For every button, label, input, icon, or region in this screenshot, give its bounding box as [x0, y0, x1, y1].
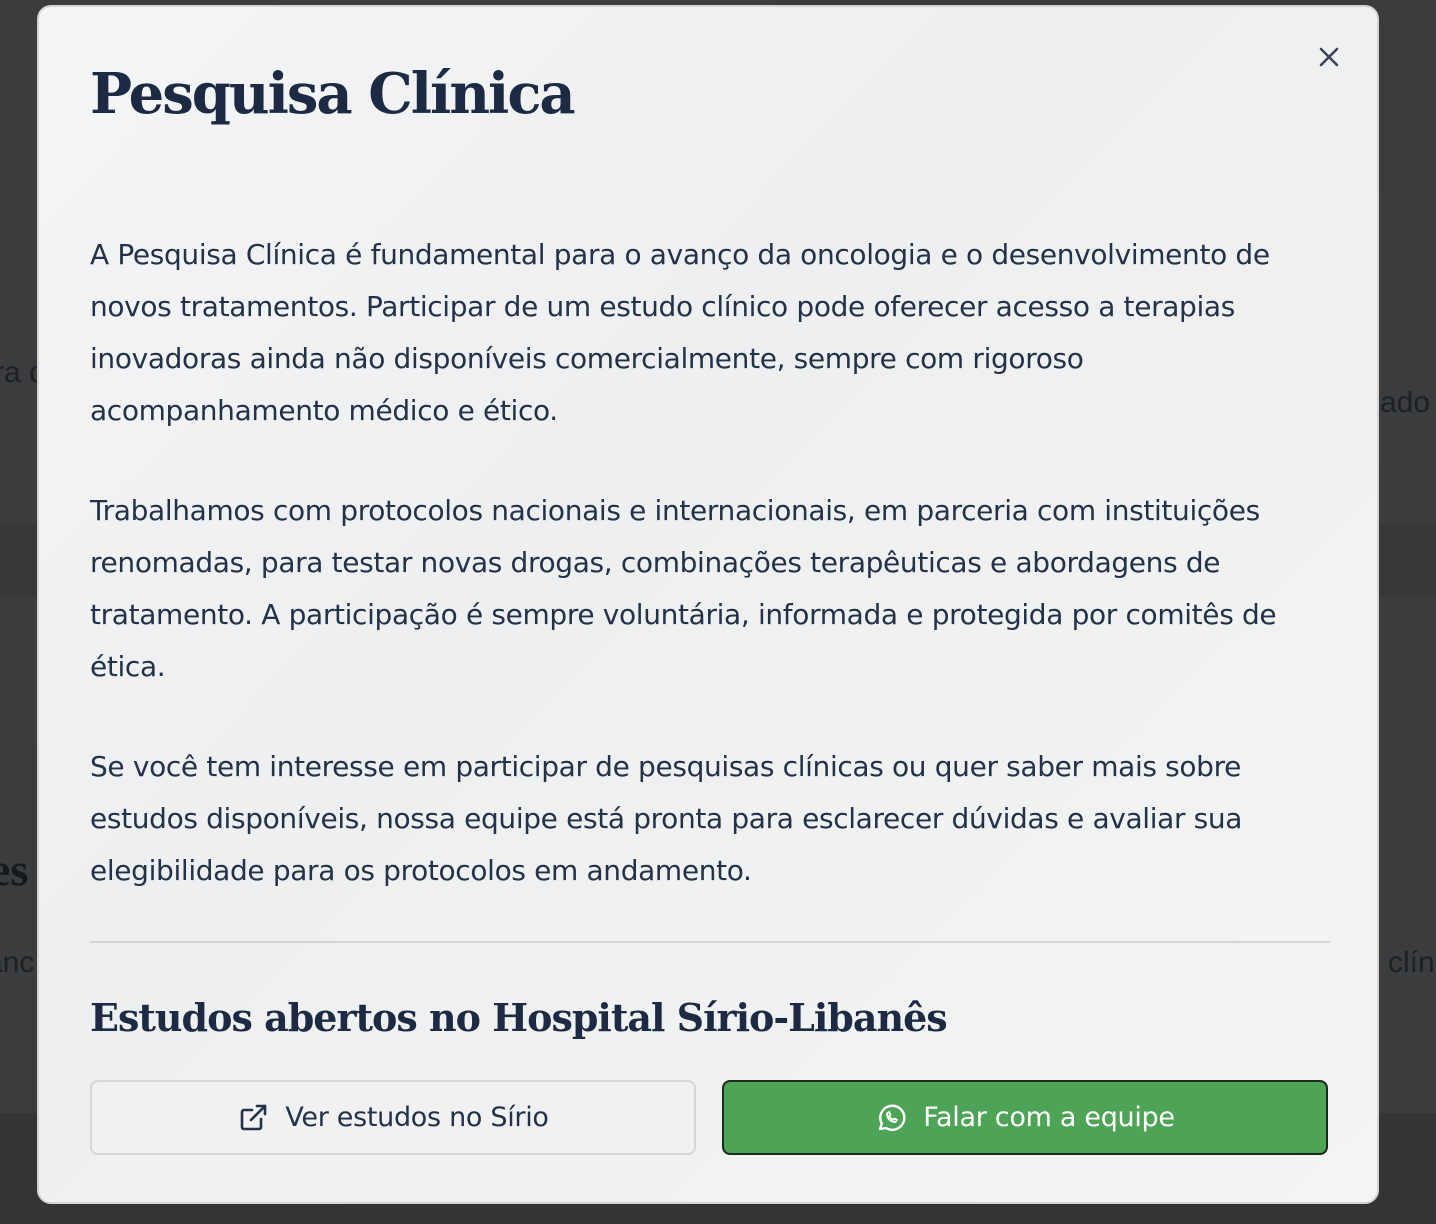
close-button[interactable] [1313, 41, 1345, 73]
view-studies-label: Ver estudos no Sírio [285, 1102, 549, 1133]
body-paragraph: Se você tem interesse em participar de p… [90, 750, 1243, 887]
background-text-fragment: anc [0, 946, 35, 979]
background-text-fragment: ado [1380, 386, 1431, 419]
contact-team-label: Falar com a equipe [923, 1102, 1175, 1133]
close-icon [1319, 47, 1339, 67]
whatsapp-icon [875, 1102, 907, 1134]
open-studies-heading: Estudos abertos no Hospital Sírio-Libanê… [90, 995, 948, 1040]
modal-body: A Pesquisa Clínica é fundamental para o … [90, 229, 1310, 945]
body-paragraph: A Pesquisa Clínica é fundamental para o … [90, 238, 1270, 427]
external-link-icon [237, 1102, 269, 1134]
modal-title: Pesquisa Clínica [90, 61, 576, 127]
view-studies-button[interactable]: Ver estudos no Sírio [90, 1080, 696, 1155]
body-paragraph: Trabalhamos com protocolos nacionais e i… [90, 494, 1277, 683]
divider [90, 941, 1330, 943]
background-text-fragment: clín [1388, 946, 1435, 979]
contact-team-button[interactable]: Falar com a equipe [722, 1080, 1328, 1155]
clinical-research-modal: Pesquisa Clínica A Pesquisa Clínica é fu… [37, 5, 1379, 1204]
background-heading-fragment: es [0, 844, 29, 895]
